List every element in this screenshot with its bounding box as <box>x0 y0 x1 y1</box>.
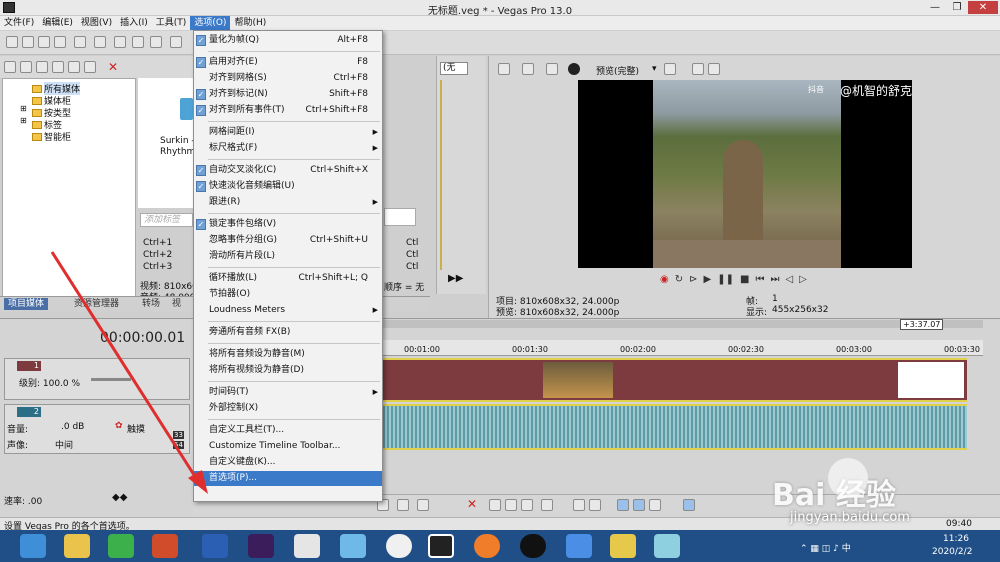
vegas-icon[interactable] <box>428 534 454 558</box>
file-explorer-icon[interactable] <box>64 534 90 558</box>
premiere-icon[interactable] <box>248 534 274 558</box>
app-icon-4[interactable] <box>566 534 592 558</box>
clock-time[interactable]: 11:26 <box>943 534 969 544</box>
arrow-head <box>188 470 208 494</box>
wechat-icon[interactable] <box>108 534 134 558</box>
clock-date[interactable]: 2020/2/2 <box>932 547 972 557</box>
app-icon-2[interactable] <box>340 534 366 558</box>
app-icon-3[interactable] <box>474 534 500 558</box>
app-icon-6[interactable] <box>654 534 680 558</box>
word-icon[interactable] <box>202 534 228 558</box>
paw-icon <box>828 458 868 498</box>
chrome-icon[interactable] <box>386 534 412 558</box>
app-icon-5[interactable] <box>610 534 636 558</box>
qq-icon[interactable] <box>520 534 546 558</box>
powerpoint-icon[interactable] <box>152 534 178 558</box>
tray-icons[interactable]: ⌃ ▦ ◫ ♪ 中 <box>800 541 851 554</box>
baidu-url: jingyan.baidu.com <box>790 510 910 525</box>
app-icon-1[interactable] <box>294 534 320 558</box>
arrow-line <box>50 251 198 479</box>
edge-browser-icon[interactable] <box>20 534 46 558</box>
